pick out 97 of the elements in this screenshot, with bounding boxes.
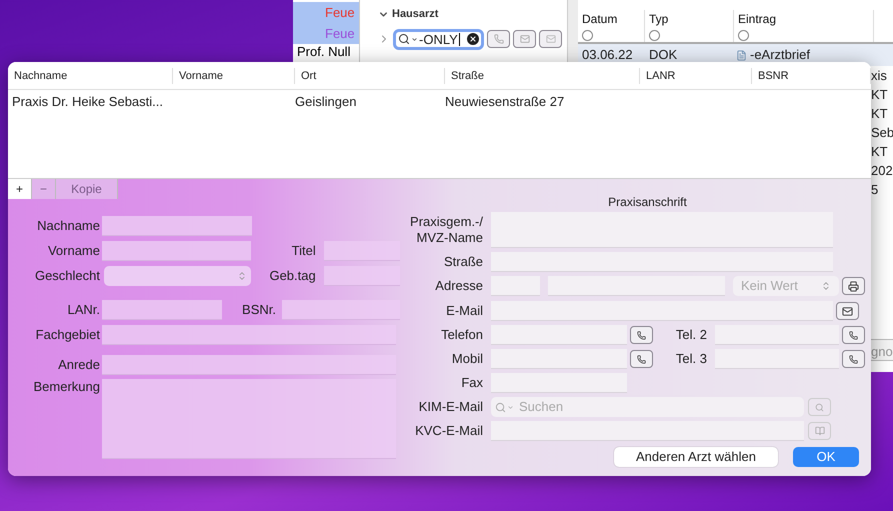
input-field[interactable] xyxy=(491,212,833,248)
search-icon xyxy=(495,402,506,412)
input-field[interactable] xyxy=(282,300,400,320)
print-button[interactable] xyxy=(842,277,865,295)
field-label: Mobil xyxy=(450,351,483,367)
table-cell-text: -eArztbrief xyxy=(749,46,810,64)
table-cell-text: KT xyxy=(871,143,889,161)
column-header[interactable]: Typ xyxy=(645,10,734,42)
phone-button[interactable] xyxy=(630,350,653,368)
field-label: Geb.tag xyxy=(268,268,316,284)
input-field[interactable] xyxy=(324,241,400,261)
document-icon xyxy=(736,50,747,60)
field-label: Anrede xyxy=(57,357,100,373)
table-cell-text: KT xyxy=(871,105,889,123)
phone-button[interactable] xyxy=(842,350,865,368)
section-title: Praxisanschrift xyxy=(607,195,688,209)
table-cell-text: 03.06.22 xyxy=(581,46,634,64)
search-button[interactable] xyxy=(808,398,831,416)
field-label: BSNr. xyxy=(241,302,276,318)
input-field[interactable] xyxy=(715,349,839,369)
section-title: Hausarzt xyxy=(392,7,438,22)
table-cell-text: 5 xyxy=(871,181,880,199)
book-icon xyxy=(814,426,824,436)
phone-icon xyxy=(637,354,646,364)
table-cell-text: xis xyxy=(871,67,888,85)
field-label: Fax xyxy=(460,375,483,391)
chevron-down-icon xyxy=(411,36,418,42)
input-field[interactable] xyxy=(491,349,627,369)
field-label: Praxisgem.-/ MVZ-Name xyxy=(409,214,483,246)
search-icon xyxy=(398,33,410,45)
column-header[interactable]: Eintrag xyxy=(734,10,874,42)
column-header[interactable]: BSNR xyxy=(752,68,871,84)
phone-icon xyxy=(494,34,504,44)
envelope-icon xyxy=(546,34,556,44)
field-label: Geschlecht xyxy=(34,268,100,284)
input-field[interactable] xyxy=(548,276,725,296)
field-label: Telefon xyxy=(440,327,483,343)
input-field[interactable] xyxy=(491,252,833,272)
input-field[interactable] xyxy=(491,421,804,441)
input-field[interactable] xyxy=(491,301,833,321)
column-header[interactable]: LANR xyxy=(640,68,752,84)
field-label: KIM-E-Mail xyxy=(418,399,483,415)
phone-button[interactable] xyxy=(630,326,653,344)
input-field[interactable] xyxy=(102,355,396,375)
input-field[interactable] xyxy=(102,300,222,320)
column-header[interactable]: Vorname xyxy=(173,68,295,84)
column-header[interactable]: Ort xyxy=(295,68,445,84)
mail-button[interactable] xyxy=(836,302,859,320)
column-header[interactable]: Datum xyxy=(578,10,645,42)
table-cell-text: Neuwiesenstraße 27 xyxy=(445,93,564,112)
chevron-down-icon xyxy=(507,404,514,410)
choose-button[interactable]: Anderen Arzt wählen xyxy=(614,447,778,467)
input-field[interactable] xyxy=(102,379,396,459)
field-label: Nachname xyxy=(36,218,100,234)
envelope-icon xyxy=(842,306,853,316)
input-field[interactable] xyxy=(102,216,252,236)
column-header[interactable]: Straße xyxy=(445,68,640,84)
table-cell-text: Geislingen xyxy=(295,93,358,112)
toolbar-button[interactable]: + xyxy=(8,179,32,199)
search-icon xyxy=(815,402,824,412)
phone-icon xyxy=(637,330,646,340)
input-field[interactable] xyxy=(102,325,396,345)
ok-button[interactable]: OK xyxy=(793,447,859,467)
envelope-icon xyxy=(520,34,530,44)
table-cell-text: DOK xyxy=(648,46,678,64)
input-field[interactable] xyxy=(491,325,627,345)
dropdown[interactable] xyxy=(104,266,251,286)
up-down-arrows-icon xyxy=(821,281,831,291)
close-icon xyxy=(469,35,477,43)
table-cell: gno xyxy=(871,344,893,359)
field-label: KVC-E-Mail xyxy=(414,423,483,439)
input-field[interactable] xyxy=(102,241,251,261)
field-label: Fachgebiet xyxy=(34,327,100,343)
input-field[interactable] xyxy=(715,325,839,345)
search-field[interactable]: -ONLY xyxy=(393,28,484,50)
field-label: Bemerkung xyxy=(32,379,100,395)
input-field[interactable] xyxy=(491,373,627,393)
phone-button[interactable] xyxy=(842,326,865,344)
field-label: Titel xyxy=(290,243,316,259)
table-cell-text: 202 xyxy=(871,162,893,180)
field-label: LANr. xyxy=(66,302,100,318)
phone-icon xyxy=(849,330,858,340)
phone-icon xyxy=(849,354,858,364)
field-label: Tel. 3 xyxy=(674,351,707,367)
column-header[interactable]: Nachname xyxy=(8,68,173,84)
field-label: Adresse xyxy=(434,278,483,294)
table-cell-text: Praxis Dr. Heike Sebasti... xyxy=(11,93,164,112)
input-field[interactable] xyxy=(491,276,540,296)
input-field[interactable] xyxy=(324,266,400,286)
field-label: Vorname xyxy=(46,243,100,259)
printer-icon xyxy=(848,280,859,292)
field-label: E-Mail xyxy=(445,303,483,319)
up-down-arrows-icon xyxy=(236,271,247,281)
field-label: Straße xyxy=(442,254,483,270)
field-label: Tel. 2 xyxy=(674,327,707,343)
address-book-button[interactable] xyxy=(808,422,831,440)
table-cell-text: KT xyxy=(871,86,889,104)
